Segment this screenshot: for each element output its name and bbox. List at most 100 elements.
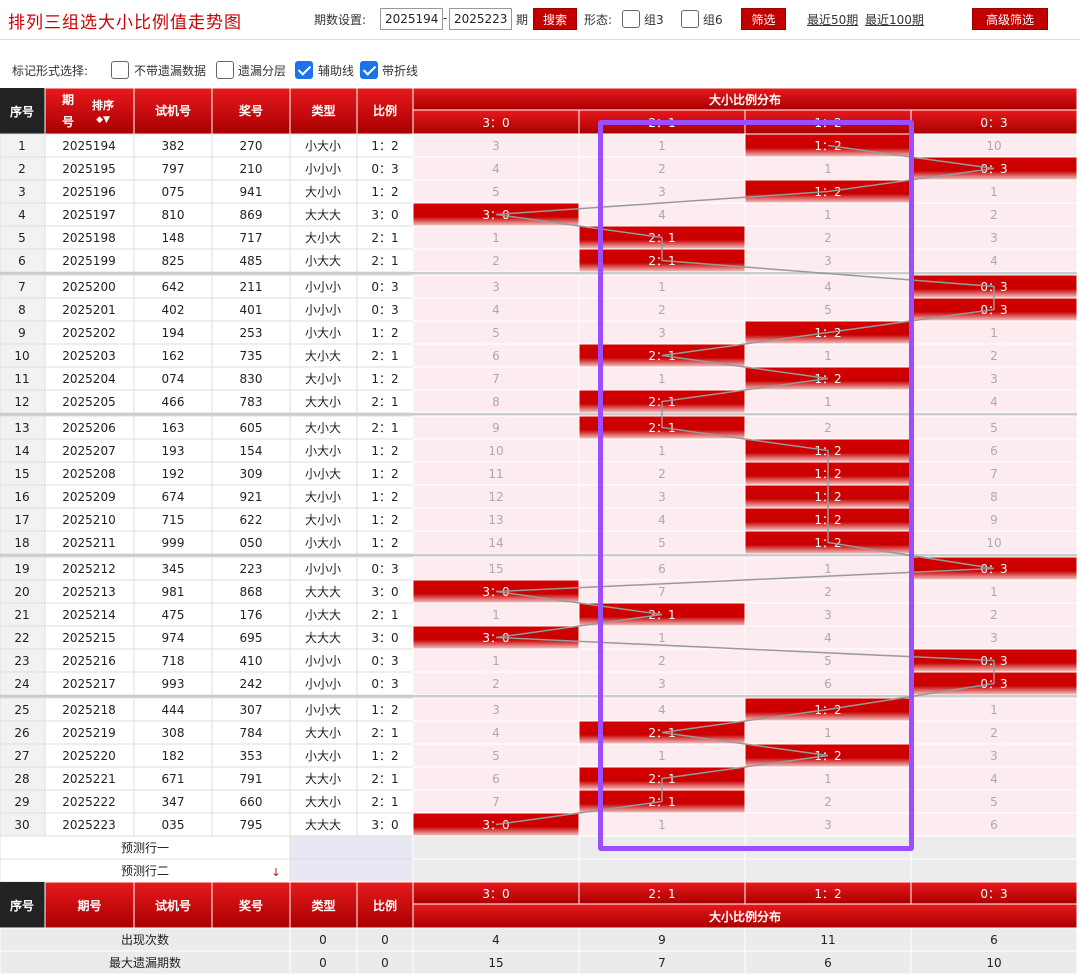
polyline-label: 带折线	[382, 64, 419, 78]
miss-count: 4	[492, 162, 500, 176]
miss-count: 3	[990, 231, 998, 245]
miss-count: 8	[990, 490, 998, 504]
row-draw-number: 795	[240, 818, 263, 832]
row-period: 2025206	[62, 421, 115, 435]
row-ratio: 3：0	[371, 818, 398, 832]
down-arrow-icon[interactable]: ↓	[271, 866, 280, 879]
miss-count: 5	[824, 654, 832, 668]
row-period: 2025218	[62, 703, 115, 717]
sort-arrows-icon[interactable]: ◆▼	[96, 115, 110, 125]
row-test-number: 974	[162, 631, 185, 645]
miss-count: 10	[488, 444, 503, 458]
miss-count: 4	[990, 254, 998, 268]
stats-ratio: 0	[381, 956, 389, 970]
row-seq: 9	[18, 326, 26, 340]
filter-button[interactable]: 筛选	[741, 8, 786, 30]
row-test-number: 671	[162, 772, 185, 786]
row-draw-number: 605	[240, 421, 263, 435]
dist-col-header: 2：1	[648, 116, 675, 130]
miss-count: 3	[658, 185, 666, 199]
miss-count: 13	[488, 513, 503, 527]
miss-count: 1	[824, 208, 832, 222]
row-seq: 26	[14, 726, 29, 740]
row-draw-number: 307	[240, 703, 263, 717]
row-ratio: 2：1	[371, 231, 398, 245]
row-seq: 14	[14, 444, 29, 458]
row-ratio: 0：3	[371, 654, 398, 668]
period-from-input[interactable]: 2025194	[380, 8, 443, 30]
row-test-number: 999	[162, 536, 185, 550]
row-draw-number: 830	[240, 372, 263, 386]
row-type: 大小大	[305, 421, 341, 435]
row-test-number: 074	[162, 372, 185, 386]
advanced-filter-button[interactable]: 高级筛选	[972, 8, 1048, 30]
row-test-number: 981	[162, 585, 185, 599]
header-period-1: 期	[62, 92, 74, 107]
row-seq: 3	[18, 185, 26, 199]
row-type: 大大大	[305, 208, 341, 222]
row-test-number: 345	[162, 562, 185, 576]
no-miss-data-checkbox[interactable]	[111, 61, 129, 79]
miss-count: 2	[492, 254, 500, 268]
row-ratio: 2：1	[371, 349, 398, 363]
period-to-input[interactable]: 2025223	[449, 8, 512, 30]
footer-dist-header: 大小比例分布	[709, 909, 781, 924]
row-draw-number: 410	[240, 654, 263, 668]
predict-input-cell	[289, 835, 414, 860]
row-draw-number: 695	[240, 631, 263, 645]
miss-count: 2	[824, 421, 832, 435]
row-type: 小大小	[305, 444, 341, 458]
miss-count: 1	[492, 654, 500, 668]
row-ratio: 0：3	[371, 677, 398, 691]
row-period: 2025222	[62, 795, 115, 809]
row-period: 2025208	[62, 467, 115, 481]
footer-seq: 序号	[10, 898, 34, 913]
row-draw-number: 223	[240, 562, 263, 576]
dist-col-header: 1：2	[814, 116, 841, 130]
miss-count: 1	[658, 444, 666, 458]
miss-layer-checkbox[interactable]	[216, 61, 234, 79]
stats-label: 最大遗漏期数	[109, 955, 181, 970]
footer-test: 试机号	[155, 898, 191, 913]
row-period: 2025196	[62, 185, 115, 199]
stats-value: 9	[658, 933, 666, 947]
row-ratio: 2：1	[371, 795, 398, 809]
polyline-checkbox[interactable]	[360, 61, 378, 79]
row-period: 2025203	[62, 349, 115, 363]
row-test-number: 825	[162, 254, 185, 268]
miss-count: 2	[824, 585, 832, 599]
miss-count: 1	[824, 349, 832, 363]
footer-period: 期号	[77, 898, 101, 913]
recent-100-link[interactable]: 最近100期	[865, 11, 924, 28]
miss-count: 2	[658, 303, 666, 317]
miss-count: 9	[990, 513, 998, 527]
row-seq: 28	[14, 772, 29, 786]
miss-count: 15	[488, 562, 503, 576]
miss-count: 8	[492, 395, 500, 409]
group3-checkbox[interactable]	[622, 10, 640, 28]
row-draw-number: 660	[240, 795, 263, 809]
trend-table: 序号期号排序◆▼试机号 奖号 类型 比例大小比例分布3：0 2：1 1：2 0：31 2025…	[0, 88, 1078, 975]
row-ratio: 3：0	[371, 585, 398, 599]
recent-50-link[interactable]: 最近50期	[807, 11, 858, 28]
search-button[interactable]: 搜索	[533, 8, 577, 30]
row-period: 2025223	[62, 818, 115, 832]
header-seq: 序号	[10, 104, 34, 119]
row-period: 2025201	[62, 303, 115, 317]
row-test-number: 810	[162, 208, 185, 222]
row-ratio: 1：2	[371, 185, 398, 199]
group6-checkbox[interactable]	[681, 10, 699, 28]
guide-line-checkbox[interactable]	[295, 61, 313, 79]
miss-count: 6	[492, 349, 500, 363]
row-seq: 8	[18, 303, 26, 317]
row-seq: 19	[14, 562, 29, 576]
row-type: 大大大	[305, 818, 341, 832]
row-ratio: 3：0	[371, 208, 398, 222]
row-type: 大大大	[305, 585, 341, 599]
row-test-number: 444	[162, 703, 185, 717]
predict-dist-cell	[744, 835, 912, 860]
row-type: 小小小	[305, 303, 341, 317]
stats-value: 6	[990, 933, 998, 947]
footer-type: 类型	[311, 898, 335, 913]
row-test-number: 718	[162, 654, 185, 668]
